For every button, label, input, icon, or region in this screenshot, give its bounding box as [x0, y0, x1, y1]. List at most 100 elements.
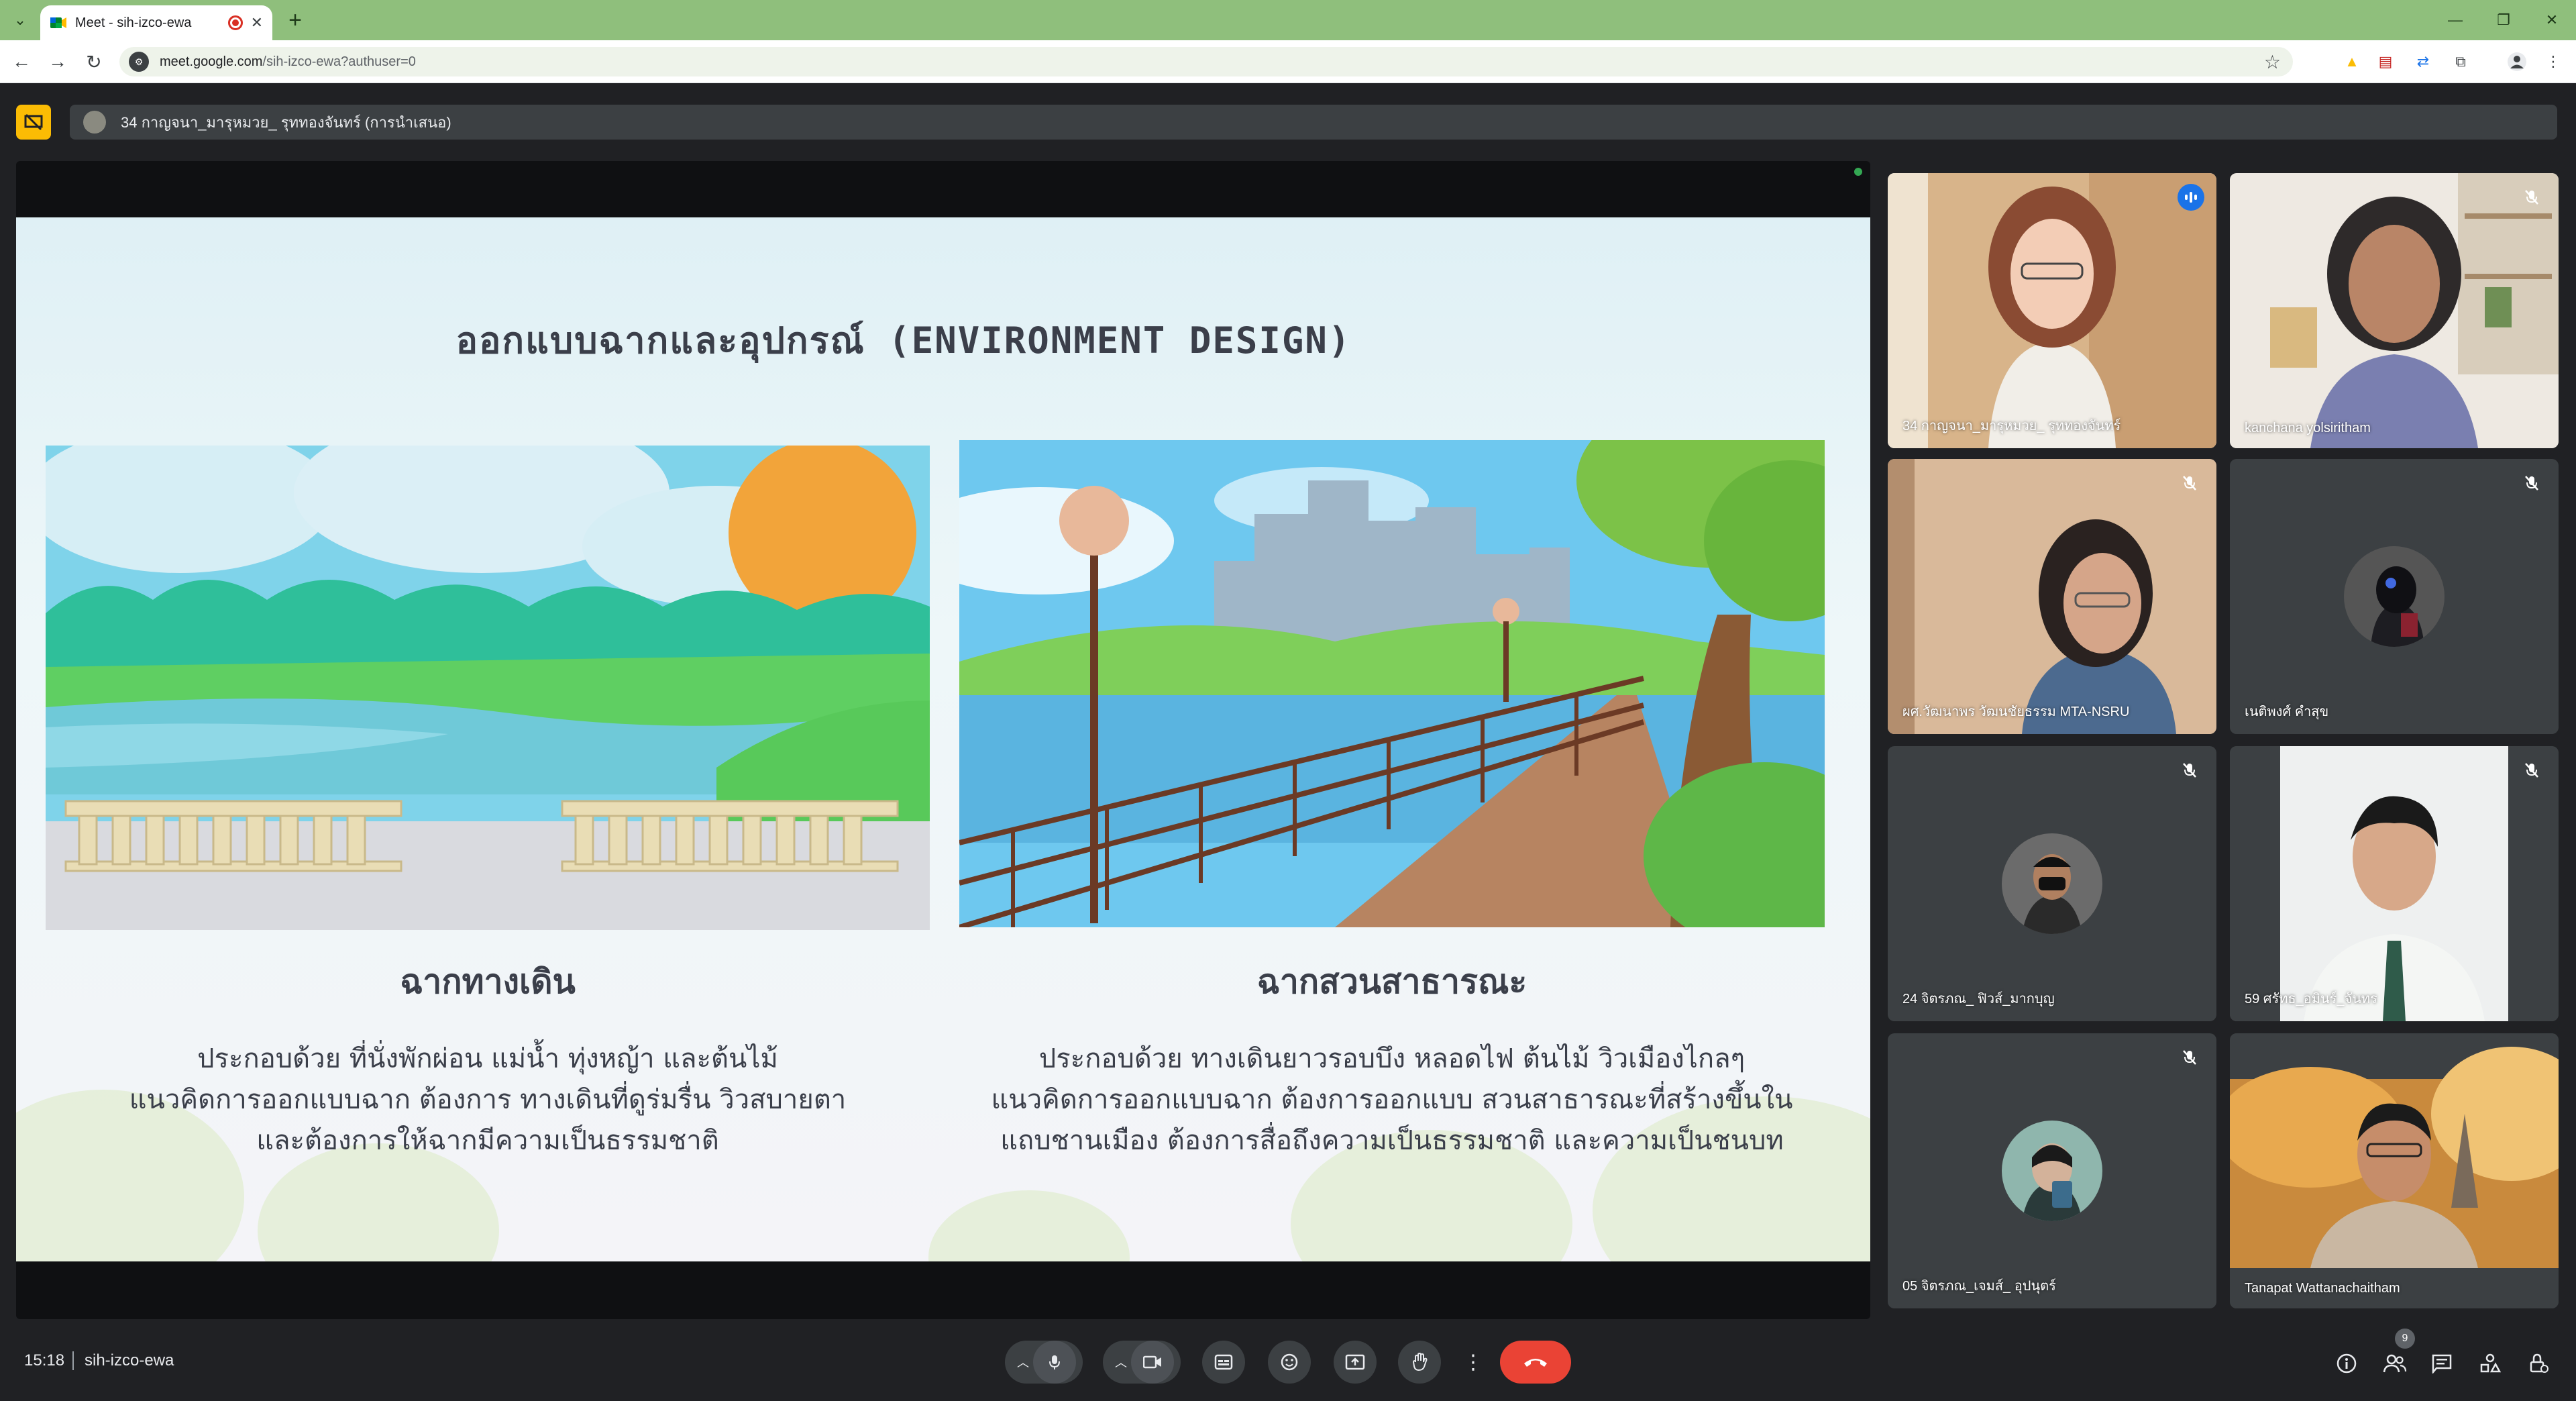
- forward-icon[interactable]: →: [44, 48, 71, 75]
- drive-extension-icon[interactable]: ▲: [2341, 51, 2363, 72]
- chevron-up-icon[interactable]: ︿: [1017, 1353, 1029, 1371]
- video-controls[interactable]: ︿: [1103, 1341, 1181, 1384]
- bookmark-star-icon[interactable]: ☆: [2264, 51, 2281, 73]
- address-bar[interactable]: ⚙ meet.google.com/sih-izco-ewa?authuser=…: [119, 47, 2293, 76]
- participant-tile[interactable]: 34 กาญจนา_มารุหมวย_ รุททองจันทร์: [1888, 173, 2216, 448]
- walkway-scene-heading: ฉากทางเดิน: [400, 962, 576, 1001]
- live-indicator: [1854, 168, 1862, 176]
- reload-icon[interactable]: ↻: [80, 48, 107, 75]
- participant-name: 59 ศรัทธ_อมินร์_จันทร: [2245, 992, 2377, 1006]
- extensions-puzzle-icon[interactable]: ⧉: [2450, 51, 2471, 72]
- more-icon: ⋮: [1463, 1351, 1483, 1373]
- info-icon: [2337, 1353, 2357, 1373]
- more-options-button[interactable]: ⋮: [1457, 1341, 1489, 1384]
- mic-off-icon: [2179, 472, 2200, 494]
- mic-off-icon: [2521, 187, 2542, 208]
- tab-title: Meet - sih-izco-ewa: [75, 15, 192, 30]
- participant-tile[interactable]: เนติพงศ์ คำสุข: [2230, 459, 2559, 734]
- raise-hand-button[interactable]: [1398, 1341, 1441, 1384]
- participant-name: 34 กาญจนา_มารุหมวย_ รุททองจันทร์: [1902, 419, 2121, 433]
- browser-menu-icon[interactable]: ⋮: [2542, 51, 2564, 72]
- description-line: แถบชานเมือง ต้องการสื่อถึงความเป็นธรรมชา…: [1000, 1125, 1784, 1156]
- participant-name: ผศ.วัฒนาพร วัฒนชัยธรรม MTA-NSRU: [1902, 705, 2130, 719]
- reactions-button[interactable]: [1268, 1341, 1311, 1384]
- walkway-scene-description: ประกอบด้วย ที่นั่งพักผ่อน แม่น้ำ ทุ่งหญ้…: [46, 1039, 930, 1161]
- meeting-clock: 15:18: [24, 1351, 65, 1369]
- presenter-label: 34 กาญจนา_มารุหมวย_ รุททองจันทร์ (การนำเ…: [121, 113, 451, 131]
- description-line: แนวคิดการออกแบบฉาก ต้องการ ทางเดินที่ดูร…: [129, 1084, 847, 1115]
- minimize-icon[interactable]: —: [2431, 0, 2479, 40]
- park-scene-description: ประกอบด้วย ทางเดินยาวรอบบึง หลอดไฟ ต้นไม…: [959, 1039, 1825, 1161]
- meeting-details-button[interactable]: [2333, 1350, 2360, 1377]
- participant-name: kanchana yolsiritham: [2245, 421, 2371, 435]
- participant-tile[interactable]: kanchana yolsiritham: [2230, 173, 2559, 448]
- park-scene-heading: ฉากสวนสาธารณะ: [1256, 962, 1527, 1001]
- extension-icon[interactable]: ▤: [2375, 51, 2396, 72]
- participant-name: เนติพงศ์ คำสุข: [2245, 705, 2329, 719]
- participant-tile[interactable]: ผศ.วัฒนาพร วัฒนชัยธรรม MTA-NSRU: [1888, 459, 2216, 734]
- participant-tile[interactable]: Tanapat Wattanachaitham: [2230, 1033, 2559, 1308]
- raise-hand-icon: [1412, 1353, 1428, 1371]
- participant-tile[interactable]: 59 ศรัทธ_อมินร์_จันทร: [2230, 746, 2559, 1021]
- tab-search-icon[interactable]: ⌄: [7, 7, 34, 34]
- end-call-icon: [1524, 1359, 1547, 1367]
- site-info-icon[interactable]: ⚙: [129, 52, 149, 72]
- audio-controls[interactable]: ︿: [1005, 1341, 1083, 1384]
- activities-button[interactable]: [2477, 1350, 2504, 1377]
- browser-toolbar: ← → ↻ ⚙ meet.google.com/sih-izco-ewa?aut…: [0, 40, 2576, 83]
- close-window-icon[interactable]: ✕: [2528, 0, 2576, 40]
- participant-name: 24 จิตรภณ_ ฟิวส์_มากบุญ: [1902, 992, 2055, 1006]
- captions-button[interactable]: [1202, 1341, 1245, 1384]
- chevron-up-icon[interactable]: ︿: [1115, 1353, 1127, 1371]
- meeting-code[interactable]: sih-izco-ewa: [85, 1351, 174, 1370]
- new-tab-button[interactable]: +: [282, 7, 309, 34]
- meeting-control-bar: 15:18 sih-izco-ewa ︿ ︿ ⋮ 9: [0, 1319, 2576, 1401]
- participant-tile[interactable]: 24 จิตรภณ_ ฟิวส์_มากบุญ: [1888, 746, 2216, 1021]
- participant-name: Tanapat Wattanachaitham: [2245, 1281, 2400, 1296]
- leave-call-button[interactable]: [1500, 1341, 1571, 1384]
- url-text[interactable]: meet.google.com/sih-izco-ewa?authuser=0: [160, 54, 416, 70]
- participant-avatar: [2002, 833, 2102, 934]
- description-line: แนวคิดการออกแบบฉาก ต้องการออกแบบ สวนสาธา…: [991, 1084, 1793, 1115]
- camera-icon[interactable]: [1131, 1341, 1174, 1384]
- participant-name: 05 จิตรภณ_เจมส์_ อุปนุตร์: [1902, 1279, 2056, 1294]
- description-line: ประกอบด้วย ทางเดินยาวรอบบึง หลอดไฟ ต้นไม…: [1038, 1043, 1746, 1074]
- mic-off-icon: [2521, 472, 2542, 494]
- foliage-decoration: [928, 1190, 1130, 1261]
- profile-avatar[interactable]: [2506, 51, 2528, 72]
- participant-video: [1888, 173, 2216, 448]
- close-tab-icon[interactable]: ✕: [251, 14, 263, 32]
- description-line: ประกอบด้วย ที่นั่งพักผ่อน แม่น้ำ ทุ่งหญ้…: [197, 1043, 778, 1074]
- walkway-scene-image: [46, 446, 930, 930]
- slide-title: ออกแบบฉากและอุปกรณ์ (ENVIRONMENT DESIGN): [455, 319, 1352, 362]
- participant-avatar: [2344, 546, 2445, 647]
- presentation-stage: ออกแบบฉากและอุปกรณ์ (ENVIRONMENT DESIGN): [16, 161, 1870, 1319]
- mic-off-icon: [2179, 1047, 2200, 1068]
- participant-count-badge: 9: [2395, 1329, 2415, 1349]
- divider: [72, 1351, 74, 1370]
- mic-off-icon: [2179, 760, 2200, 781]
- activities-icon: [2480, 1353, 2501, 1373]
- restore-icon[interactable]: ❐: [2479, 0, 2528, 40]
- description-line: และต้องการให้ฉากมีความเป็นธรรมชาติ: [256, 1125, 719, 1156]
- emoji-icon: [1281, 1353, 1298, 1371]
- speaking-indicator-icon: [2178, 184, 2204, 211]
- browser-tab-strip: ⌄ Meet - sih-izco-ewa ✕ + — ❐ ✕: [0, 0, 2576, 40]
- mic-icon[interactable]: [1033, 1341, 1076, 1384]
- back-icon[interactable]: ←: [8, 48, 35, 75]
- recording-icon: [227, 15, 243, 30]
- meet-top-bar: 34 กาญจนา_มารุหมวย_ รุททองจันทร์ (การนำเ…: [0, 94, 2576, 150]
- host-controls-button[interactable]: [2525, 1350, 2552, 1377]
- present-now-button[interactable]: [1334, 1341, 1377, 1384]
- presenter-avatar: [83, 111, 106, 134]
- park-scene-image: [959, 440, 1825, 927]
- host-controls-icon: [2530, 1353, 2548, 1373]
- participant-tile[interactable]: 05 จิตรภณ_เจมส์_ อุปนุตร์: [1888, 1033, 2216, 1308]
- stop-presenting-icon[interactable]: [16, 105, 51, 140]
- people-button[interactable]: [2381, 1350, 2408, 1377]
- translate-extension-icon[interactable]: ⇄: [2412, 51, 2434, 72]
- chat-icon: [2432, 1354, 2452, 1373]
- shared-slide: ออกแบบฉากและอุปกรณ์ (ENVIRONMENT DESIGN): [16, 217, 1870, 1261]
- browser-tab[interactable]: Meet - sih-izco-ewa ✕: [40, 5, 272, 40]
- chat-button[interactable]: [2428, 1350, 2455, 1377]
